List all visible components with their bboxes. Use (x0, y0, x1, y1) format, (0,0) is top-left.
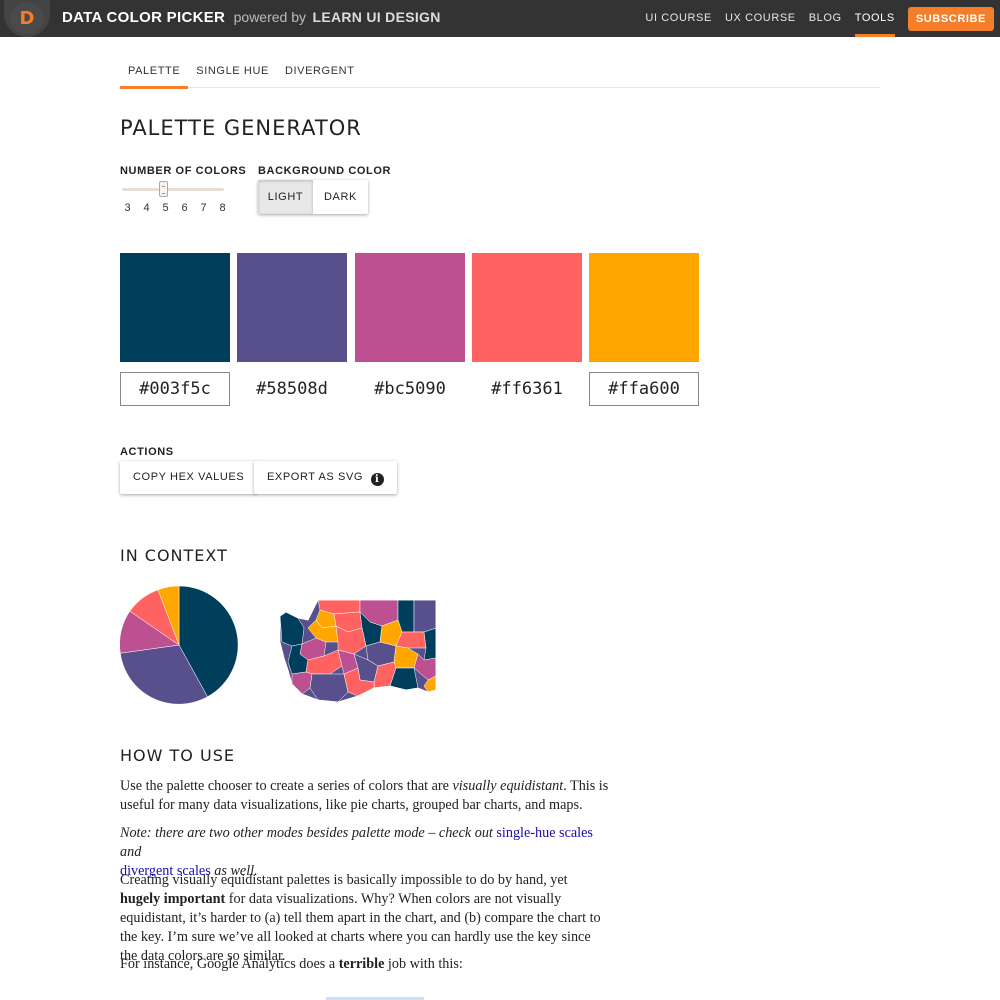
nav-ux-course[interactable]: UX COURSE (725, 0, 796, 37)
slider-tick[interactable]: 8 (213, 202, 232, 214)
info-icon[interactable]: i (370, 473, 384, 486)
slider-tick[interactable]: 3 (118, 202, 137, 214)
nav-blog[interactable]: BLOG (809, 0, 842, 37)
slider-tick[interactable]: 5 (156, 202, 175, 214)
emphasis-text: visually equidistant (452, 778, 564, 794)
text: For instance, Google Analytics does a (120, 956, 339, 972)
logo-letter: D (19, 8, 35, 29)
slider-tick[interactable]: 4 (137, 202, 156, 214)
text: and (120, 844, 142, 860)
map-region (423, 627, 437, 661)
color-swatch-5[interactable] (589, 253, 699, 362)
slider-handle[interactable] (159, 181, 168, 197)
color-swatch-1[interactable] (120, 253, 230, 362)
page-title: PALETTE GENERATOR (120, 116, 362, 140)
number-of-colors-label: NUMBER OF COLORS (120, 165, 247, 177)
text: Use the palette chooser to create a seri… (120, 778, 453, 794)
hex-input-5[interactable]: #ffa600 (589, 372, 699, 406)
tab-palette[interactable]: PALETTE (120, 55, 189, 89)
tab-divergent[interactable]: DIVERGENT (277, 55, 363, 88)
map-region (279, 611, 305, 647)
background-light-button[interactable]: LIGHT (258, 180, 313, 214)
top-nav: UI COURSE UX COURSE BLOG TOOLS SUBSCRIBE (645, 0, 1000, 37)
hex-input-2[interactable]: #58508d (237, 372, 347, 406)
powered-by-text: powered by (233, 9, 307, 25)
slider-ticks: 3 4 5 6 7 8 (118, 202, 232, 214)
logo[interactable]: D (4, 0, 50, 37)
slider-tick[interactable]: 7 (194, 202, 213, 214)
brand-partner: LEARN UI DESIGN (312, 9, 441, 25)
how-to-use-paragraph-1: Use the palette chooser to create a seri… (120, 777, 610, 815)
map-region (413, 599, 437, 633)
pie-chart-preview (120, 586, 238, 704)
top-bar: D DATA COLOR PICKER powered by LEARN UI … (0, 0, 1000, 37)
slider-tick[interactable]: 6 (175, 202, 194, 214)
hex-input-1[interactable]: #003f5c (120, 372, 230, 406)
text: Creating visually equidistant palettes i… (120, 872, 568, 888)
how-to-use-title: HOW TO USE (120, 746, 235, 765)
brand-title: DATA COLOR PICKER (62, 9, 226, 26)
actions-label: ACTIONS (120, 446, 174, 458)
brand[interactable]: DATA COLOR PICKER powered by LEARN UI DE… (62, 9, 441, 26)
text: job with this: (384, 956, 463, 972)
text: Note: there are two other modes besides … (120, 825, 497, 841)
hex-input-4[interactable]: #ff6361 (472, 372, 582, 406)
hex-input-3[interactable]: #bc5090 (355, 372, 465, 406)
logo-badge: D (10, 3, 44, 34)
how-to-use-paragraph-4: For instance, Google Analytics does a te… (120, 955, 610, 974)
washington-map-preview (279, 599, 437, 703)
background-color-label: BACKGROUND COLOR (258, 165, 392, 177)
single-hue-scales-link[interactable]: single-hue scales (496, 825, 593, 841)
nav-ui-course[interactable]: UI COURSE (645, 0, 712, 37)
strong-text: terrible (338, 956, 385, 972)
number-of-colors-slider[interactable] (122, 188, 224, 191)
tab-single-hue[interactable]: SINGLE HUE (188, 55, 277, 88)
mode-tabs: PALETTE SINGLE HUE DIVERGENT (120, 55, 880, 89)
export-svg-label: EXPORT AS SVG (267, 471, 364, 483)
copy-hex-values-button[interactable]: COPY HEX VALUES (120, 461, 258, 494)
background-color-toggle: LIGHT DARK (258, 180, 368, 214)
background-dark-button[interactable]: DARK (313, 180, 368, 214)
export-svg-button[interactable]: EXPORT AS SVG i (254, 461, 397, 494)
nav-tools[interactable]: TOOLS (854, 0, 895, 37)
color-swatch-4[interactable] (472, 253, 582, 362)
subscribe-button[interactable]: SUBSCRIBE (907, 6, 994, 31)
how-to-use-paragraph-3: Creating visually equidistant palettes i… (120, 871, 610, 966)
copy-hex-values-label: COPY HEX VALUES (133, 471, 245, 483)
color-swatch-3[interactable] (355, 253, 465, 362)
color-swatch-2[interactable] (237, 253, 347, 362)
strong-text: hugely important (120, 891, 226, 907)
in-context-title: IN CONTEXT (120, 546, 228, 565)
